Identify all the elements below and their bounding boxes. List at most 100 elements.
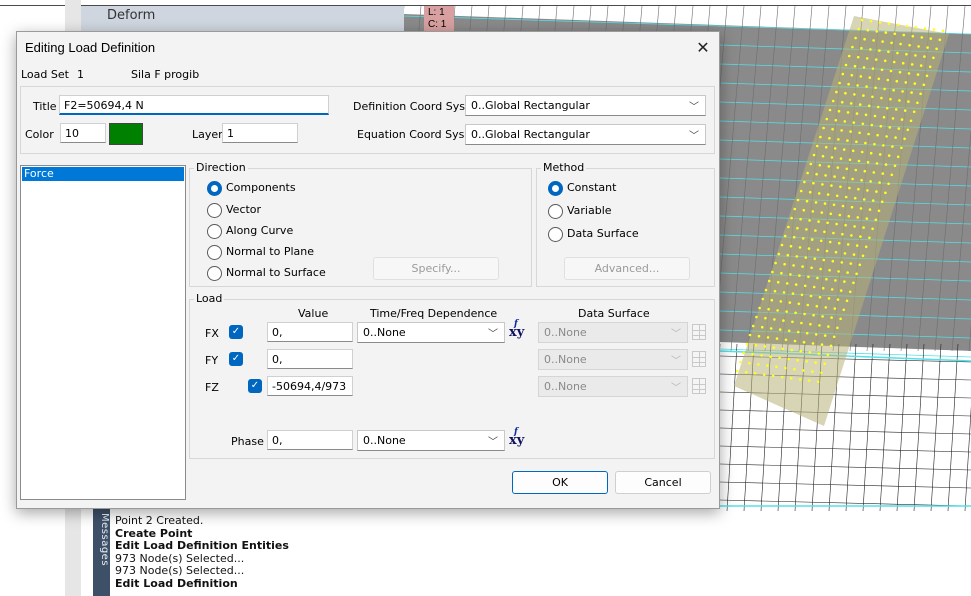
load-node-marker: [874, 58, 878, 61]
load-node-marker: [825, 277, 828, 281]
load-node-marker: [902, 33, 906, 37]
load-node-marker: [830, 288, 834, 291]
close-icon[interactable]: ✕: [689, 36, 717, 60]
load-node-marker: [895, 79, 899, 83]
radio-icon: [207, 245, 222, 260]
load-node-marker: [941, 29, 945, 33]
load-node-marker: [857, 27, 861, 31]
load-node-marker: [780, 375, 784, 379]
load-node-marker: [838, 213, 842, 217]
data-surface-grid-icon[interactable]: [692, 351, 706, 367]
load-node-marker: [772, 346, 776, 349]
load-node-marker: [821, 183, 824, 186]
fz-surface-dropdown[interactable]: 0..None ﹀: [538, 376, 688, 397]
surface-header: Data Surface: [578, 307, 650, 320]
load-node-marker: [885, 106, 889, 110]
list-item-force[interactable]: Force: [22, 167, 184, 181]
load-node-marker: [770, 298, 774, 302]
load-node-marker: [847, 82, 850, 86]
load-node-marker: [834, 279, 837, 282]
load-definition-dialog: Editing Load Definition ✕ Load Set 1 Sil…: [16, 31, 720, 509]
load-node-marker: [894, 108, 898, 111]
load-node-marker: [762, 373, 766, 376]
load-node-marker: [793, 207, 797, 211]
fy-checkbox[interactable]: ✓: [229, 352, 243, 366]
load-node-marker: [916, 73, 920, 76]
data-surface-grid-icon[interactable]: [692, 324, 706, 340]
load-node-marker: [777, 252, 781, 256]
fz-checkbox[interactable]: ✓: [248, 379, 262, 393]
load-node-marker: [844, 91, 847, 95]
layer-input[interactable]: 1: [222, 123, 298, 143]
phase-time-dropdown[interactable]: 0..None ﹀: [357, 430, 505, 451]
radio-label: Vector: [226, 203, 262, 216]
load-node-marker: [925, 74, 929, 78]
load-node-marker: [873, 114, 877, 118]
load-node-marker: [764, 288, 768, 292]
phase-value-input[interactable]: 0,: [267, 430, 353, 450]
load-node-marker: [850, 73, 854, 77]
fx-surface-dropdown[interactable]: 0..None ﹀: [538, 322, 688, 343]
fy-surface-dropdown[interactable]: 0..None ﹀: [538, 349, 688, 370]
load-node-marker: [880, 68, 884, 72]
load-node-marker: [800, 321, 803, 325]
load-node-marker: [869, 48, 872, 51]
load-node-marker: [844, 195, 848, 199]
function-fxy-icon[interactable]: f xy: [507, 319, 529, 343]
load-node-marker: [833, 147, 837, 150]
load-node-marker: [837, 109, 841, 113]
function-fxy-icon[interactable]: f xy: [507, 427, 529, 451]
load-node-marker: [773, 289, 777, 293]
load-node-marker: [898, 70, 902, 74]
load-node-marker: [846, 243, 850, 246]
fx-checkbox[interactable]: ✓: [229, 325, 243, 339]
fz-value-input[interactable]: -50694,4/973: [267, 376, 353, 396]
load-node-marker: [805, 360, 808, 363]
load-node-marker: [851, 45, 854, 49]
color-swatch-button[interactable]: [109, 123, 143, 145]
chevron-down-icon: ﹀: [689, 131, 699, 142]
load-node-marker: [789, 273, 792, 276]
load-node-marker: [884, 31, 888, 34]
data-surface-grid-icon[interactable]: [692, 378, 706, 394]
fx-time-dropdown[interactable]: 0..None ﹀: [357, 322, 505, 343]
load-type-list[interactable]: Force: [20, 165, 186, 500]
chevron-down-icon: ﹀: [488, 437, 498, 448]
load-node-marker: [832, 231, 835, 235]
specify-button[interactable]: Specify...: [373, 257, 499, 280]
load-node-marker: [853, 225, 856, 228]
load-node-marker: [760, 325, 764, 329]
fy-value-input[interactable]: 0,: [267, 349, 353, 369]
color-input[interactable]: 10: [60, 123, 106, 143]
load-node-marker: [849, 102, 853, 105]
load-node-marker: [878, 49, 881, 52]
load-node-marker: [851, 177, 854, 181]
fx-value-input[interactable]: 0,: [267, 322, 353, 342]
load-node-marker: [814, 361, 817, 364]
load-node-marker: [801, 265, 804, 268]
def-coord-dropdown[interactable]: 0..Global Rectangular ﹀: [465, 95, 706, 116]
load-node-marker: [871, 227, 874, 231]
load-node-marker: [869, 19, 873, 23]
load-node-marker: [809, 322, 812, 326]
load-node-marker: [748, 361, 751, 365]
load-node-marker: [881, 172, 885, 175]
load-node-marker: [907, 72, 911, 75]
cancel-button[interactable]: Cancel: [615, 471, 711, 494]
load-node-marker: [797, 302, 801, 306]
advanced-button[interactable]: Advanced...: [564, 257, 690, 280]
load-node-marker: [880, 96, 883, 100]
eq-coord-dropdown[interactable]: 0..Global Rectangular ﹀: [465, 124, 706, 145]
load-node-marker: [892, 88, 895, 92]
load-node-marker: [799, 349, 803, 353]
load-node-marker: [809, 162, 813, 166]
load-node-marker: [802, 369, 805, 372]
load-node-marker: [864, 141, 867, 145]
ok-button[interactable]: OK: [512, 471, 608, 494]
load-node-marker: [887, 22, 891, 25]
tree-item-deform[interactable]: Deform: [107, 8, 155, 23]
load-node-marker: [835, 222, 838, 226]
load-node-marker: [822, 258, 826, 262]
title-input[interactable]: F2=50694,4 N: [59, 95, 329, 115]
load-node-marker: [835, 194, 839, 198]
